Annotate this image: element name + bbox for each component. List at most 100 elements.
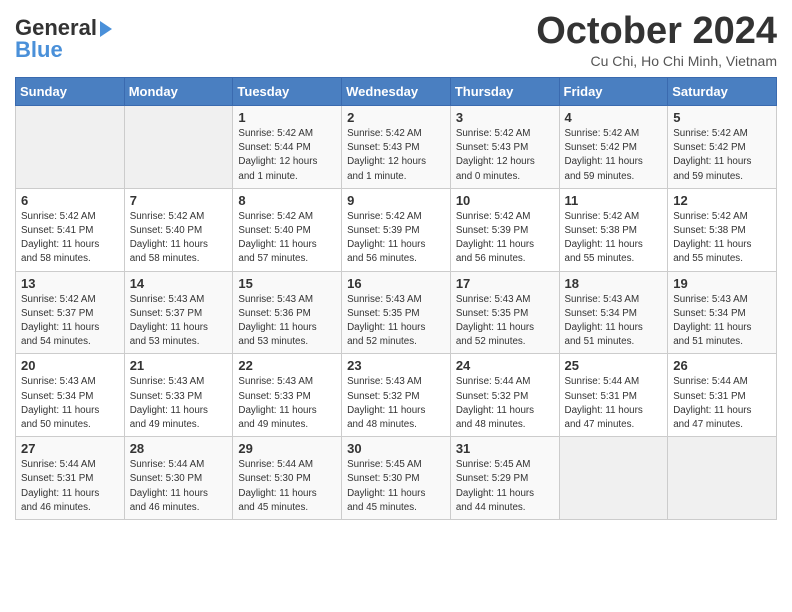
day-info: Sunrise: 5:43 AM Sunset: 5:33 PM Dayligh… [238,375,336,432]
day-info: Sunrise: 5:44 AM Sunset: 5:31 PM Dayligh… [673,375,771,432]
logo-arrow-icon [100,21,112,37]
day-info: Sunrise: 5:42 AM Sunset: 5:44 PM Dayligh… [238,127,336,184]
day-number: 17 [456,276,554,291]
day-info: Sunrise: 5:42 AM Sunset: 5:38 PM Dayligh… [565,210,663,267]
day-number: 28 [130,441,228,456]
day-info: Sunrise: 5:44 AM Sunset: 5:31 PM Dayligh… [565,375,663,432]
calendar-week-5: 27 Sunrise: 5:44 AM Sunset: 5:31 PM Dayli… [16,437,777,520]
calendar-cell: 13 Sunrise: 5:42 AM Sunset: 5:37 PM Dayli… [16,271,125,354]
day-info: Sunrise: 5:42 AM Sunset: 5:40 PM Dayligh… [238,210,336,267]
calendar-cell: 14 Sunrise: 5:43 AM Sunset: 5:37 PM Dayli… [124,271,233,354]
calendar-header-row: SundayMondayTuesdayWednesdayThursdayFrid… [16,78,777,106]
calendar-cell: 22 Sunrise: 5:43 AM Sunset: 5:33 PM Dayli… [233,354,342,437]
day-number: 3 [456,110,554,125]
day-number: 31 [456,441,554,456]
day-info: Sunrise: 5:42 AM Sunset: 5:43 PM Dayligh… [456,127,554,184]
day-number: 20 [21,358,119,373]
weekday-header-wednesday: Wednesday [342,78,451,106]
day-number: 13 [21,276,119,291]
day-info: Sunrise: 5:43 AM Sunset: 5:34 PM Dayligh… [673,293,771,350]
day-number: 1 [238,110,336,125]
calendar-cell: 9Sunrise: 5:42 AM Sunset: 5:39 PM Daylig… [342,188,451,271]
calendar-cell: 19Sunrise: 5:43 AM Sunset: 5:34 PM Dayli… [668,271,777,354]
day-number: 26 [673,358,771,373]
day-info: Sunrise: 5:45 AM Sunset: 5:30 PM Dayligh… [347,458,445,515]
calendar-week-1: 1 Sunrise: 5:42 AM Sunset: 5:44 PM Daylig… [16,106,777,189]
day-info: Sunrise: 5:43 AM Sunset: 5:33 PM Dayligh… [130,375,228,432]
calendar-cell: 4Sunrise: 5:42 AM Sunset: 5:42 PM Daylig… [559,106,668,189]
calendar-cell: 25 Sunrise: 5:44 AM Sunset: 5:31 PM Dayli… [559,354,668,437]
day-number: 29 [238,441,336,456]
calendar-week-4: 20 Sunrise: 5:43 AM Sunset: 5:34 PM Dayli… [16,354,777,437]
month-title: October 2024 [536,10,777,53]
day-number: 15 [238,276,336,291]
day-info: Sunrise: 5:44 AM Sunset: 5:32 PM Dayligh… [456,375,554,432]
calendar-cell [16,106,125,189]
day-info: Sunrise: 5:43 AM Sunset: 5:34 PM Dayligh… [21,375,119,432]
day-number: 18 [565,276,663,291]
weekday-header-monday: Monday [124,78,233,106]
day-info: Sunrise: 5:43 AM Sunset: 5:37 PM Dayligh… [130,293,228,350]
calendar-cell: 16Sunrise: 5:43 AM Sunset: 5:35 PM Dayli… [342,271,451,354]
day-number: 27 [21,441,119,456]
day-info: Sunrise: 5:44 AM Sunset: 5:31 PM Dayligh… [21,458,119,515]
calendar-cell: 5 Sunrise: 5:42 AM Sunset: 5:42 PM Daylig… [668,106,777,189]
weekday-header-friday: Friday [559,78,668,106]
day-info: Sunrise: 5:43 AM Sunset: 5:36 PM Dayligh… [238,293,336,350]
day-info: Sunrise: 5:42 AM Sunset: 5:40 PM Dayligh… [130,210,228,267]
day-number: 24 [456,358,554,373]
calendar-body: 1 Sunrise: 5:42 AM Sunset: 5:44 PM Daylig… [16,106,777,520]
day-info: Sunrise: 5:42 AM Sunset: 5:39 PM Dayligh… [456,210,554,267]
calendar-cell: 12Sunrise: 5:42 AM Sunset: 5:38 PM Dayli… [668,188,777,271]
calendar-cell: 1 Sunrise: 5:42 AM Sunset: 5:44 PM Daylig… [233,106,342,189]
day-number: 2 [347,110,445,125]
day-number: 7 [130,193,228,208]
day-info: Sunrise: 5:44 AM Sunset: 5:30 PM Dayligh… [130,458,228,515]
weekday-header-thursday: Thursday [450,78,559,106]
day-number: 6 [21,193,119,208]
day-number: 23 [347,358,445,373]
day-info: Sunrise: 5:45 AM Sunset: 5:29 PM Dayligh… [456,458,554,515]
day-number: 11 [565,193,663,208]
calendar-cell: 10 Sunrise: 5:42 AM Sunset: 5:39 PM Dayli… [450,188,559,271]
day-info: Sunrise: 5:43 AM Sunset: 5:35 PM Dayligh… [456,293,554,350]
header: General Blue October 2024 Cu Chi, Ho Chi… [15,10,777,69]
calendar-table: SundayMondayTuesdayWednesdayThursdayFrid… [15,77,777,520]
calendar-cell: 11 Sunrise: 5:42 AM Sunset: 5:38 PM Dayli… [559,188,668,271]
weekday-header-tuesday: Tuesday [233,78,342,106]
calendar-cell: 3 Sunrise: 5:42 AM Sunset: 5:43 PM Daylig… [450,106,559,189]
calendar-cell: 30 Sunrise: 5:45 AM Sunset: 5:30 PM Dayli… [342,437,451,520]
day-info: Sunrise: 5:44 AM Sunset: 5:30 PM Dayligh… [238,458,336,515]
calendar-cell: 26 Sunrise: 5:44 AM Sunset: 5:31 PM Dayli… [668,354,777,437]
title-area: October 2024 Cu Chi, Ho Chi Minh, Vietna… [536,10,777,69]
day-info: Sunrise: 5:42 AM Sunset: 5:42 PM Dayligh… [673,127,771,184]
day-number: 30 [347,441,445,456]
day-number: 21 [130,358,228,373]
calendar-cell [124,106,233,189]
calendar-cell: 7 Sunrise: 5:42 AM Sunset: 5:40 PM Daylig… [124,188,233,271]
day-number: 10 [456,193,554,208]
day-number: 5 [673,110,771,125]
calendar-cell: 20 Sunrise: 5:43 AM Sunset: 5:34 PM Dayli… [16,354,125,437]
logo-blue: Blue [15,37,63,63]
calendar-cell: 21 Sunrise: 5:43 AM Sunset: 5:33 PM Dayli… [124,354,233,437]
day-info: Sunrise: 5:43 AM Sunset: 5:34 PM Dayligh… [565,293,663,350]
day-number: 8 [238,193,336,208]
calendar-cell: 6Sunrise: 5:42 AM Sunset: 5:41 PM Daylig… [16,188,125,271]
calendar-cell: 18 Sunrise: 5:43 AM Sunset: 5:34 PM Dayli… [559,271,668,354]
day-info: Sunrise: 5:43 AM Sunset: 5:32 PM Dayligh… [347,375,445,432]
calendar-cell: 15 Sunrise: 5:43 AM Sunset: 5:36 PM Dayli… [233,271,342,354]
day-info: Sunrise: 5:42 AM Sunset: 5:39 PM Dayligh… [347,210,445,267]
day-number: 14 [130,276,228,291]
calendar-cell: 23 Sunrise: 5:43 AM Sunset: 5:32 PM Dayli… [342,354,451,437]
day-number: 22 [238,358,336,373]
day-number: 25 [565,358,663,373]
day-number: 12 [673,193,771,208]
calendar-cell: 27 Sunrise: 5:44 AM Sunset: 5:31 PM Dayli… [16,437,125,520]
location: Cu Chi, Ho Chi Minh, Vietnam [536,53,777,69]
day-info: Sunrise: 5:42 AM Sunset: 5:37 PM Dayligh… [21,293,119,350]
calendar-cell [668,437,777,520]
calendar-cell [559,437,668,520]
calendar-cell: 28 Sunrise: 5:44 AM Sunset: 5:30 PM Dayli… [124,437,233,520]
calendar-cell: 24 Sunrise: 5:44 AM Sunset: 5:32 PM Dayli… [450,354,559,437]
